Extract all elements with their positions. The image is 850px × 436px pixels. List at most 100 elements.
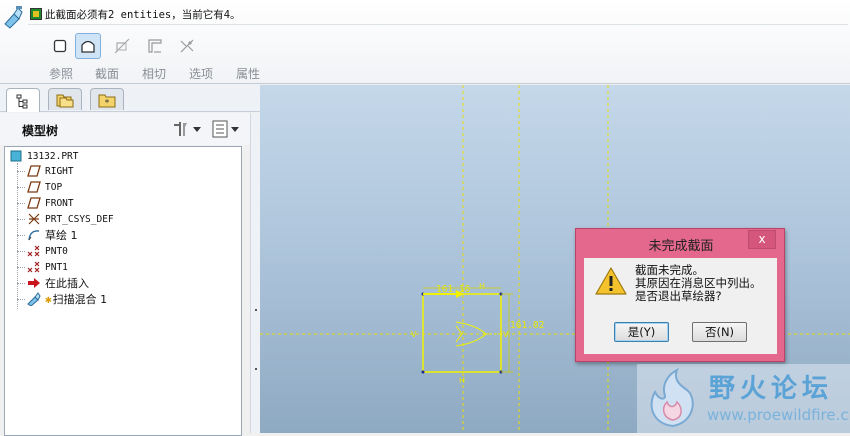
csys-icon <box>27 212 41 226</box>
tab-options[interactable]: 选项 <box>189 65 213 82</box>
tree-connector <box>17 235 25 236</box>
datum-point-icon <box>27 260 41 274</box>
properties-button[interactable] <box>174 33 200 59</box>
section-icon <box>53 39 67 53</box>
tangent-icon <box>114 38 130 54</box>
tree-show-button[interactable] <box>212 120 239 138</box>
dialog-message-line: 是否退出草绘器? <box>635 289 722 303</box>
tab-references[interactable]: 参照 <box>49 65 73 82</box>
tab-favorites[interactable]: * <box>90 88 124 110</box>
tree-item-insert-here[interactable]: 在此插入 <box>27 275 89 291</box>
message-text: 此截面必须有2 entities，当前它有4。 <box>45 8 241 21</box>
section-active-icon <box>81 40 95 53</box>
dialog-body: 截面未完成。 其原因在消息区中列出。 是否退出草绘器? 是(Y) 否(N) <box>584 258 777 354</box>
svg-text:*: * <box>105 98 110 108</box>
no-button[interactable]: 否(N) <box>692 322 747 342</box>
datum-point-icon <box>27 244 41 258</box>
message-row: 此截面必须有2 entities，当前它有4。 <box>30 7 241 21</box>
tree-item-label: FRONT <box>45 197 74 209</box>
favorites-icon: * <box>98 94 116 108</box>
tools-icon <box>174 122 187 136</box>
watermark-url: www.proewildfire.cn <box>707 406 850 424</box>
tree-connector <box>17 219 25 220</box>
constraint-vertical-right: V <box>503 330 509 339</box>
tab-sections[interactable]: 截面 <box>95 65 119 82</box>
constraint-vertical-left: V <box>411 330 417 339</box>
part-icon <box>9 149 23 163</box>
navigator-splitter[interactable] <box>250 113 260 433</box>
tree-item-right[interactable]: RIGHT <box>27 163 74 179</box>
section-type-button[interactable] <box>47 33 73 59</box>
close-button[interactable]: x <box>748 230 776 249</box>
tree-item-top[interactable]: TOP <box>27 179 62 195</box>
warning-icon <box>595 267 627 295</box>
tab-tangency[interactable]: 相切 <box>142 65 166 82</box>
swept-blend-feature-icon <box>2 4 24 30</box>
model-tree: 13132.PRT RIGHT TOP FRONT PRT_CSYS_DEF 草… <box>4 146 242 436</box>
tree-item-label: PNT0 <box>45 245 68 257</box>
vertex-point <box>421 370 425 374</box>
tree-item-label: 草绘 1 <box>45 229 78 242</box>
datum-plane-icon <box>27 196 41 210</box>
tree-connector <box>17 163 18 309</box>
tree-item-pnt0[interactable]: PNT0 <box>27 243 68 259</box>
tree-connector <box>17 299 25 300</box>
splitter-grip <box>255 309 257 311</box>
folder-browser-icon <box>56 94 74 107</box>
yes-button[interactable]: 是(Y) <box>614 322 669 342</box>
tree-item-pnt1[interactable]: PNT1 <box>27 259 68 275</box>
tree-item-label: 13132.PRT <box>27 150 79 162</box>
tangent-button[interactable] <box>109 33 135 59</box>
tree-item-csys[interactable]: PRT_CSYS_DEF <box>27 211 114 227</box>
tree-item-label: TOP <box>45 181 63 193</box>
options-icon <box>148 39 162 53</box>
model-tree-title: 模型树 <box>22 124 59 138</box>
tree-item-label: PNT1 <box>45 261 68 273</box>
tree-connector <box>17 171 25 172</box>
tree-item-label: 扫描混合 1 <box>52 293 108 306</box>
sketch-icon <box>27 228 41 242</box>
tab-properties[interactable]: 属性 <box>236 65 260 82</box>
feature-dashboard: 此截面必须有2 entities，当前它有4。 参照 截面 相切 选项 属性 <box>0 0 850 84</box>
tree-connector <box>17 187 25 188</box>
tab-folder-browser[interactable] <box>48 88 82 110</box>
splitter-grip <box>255 368 257 370</box>
constraint-horizontal-top: H <box>479 282 485 291</box>
dialog-message: 截面未完成。 其原因在消息区中列出。 是否退出草绘器? <box>635 264 762 303</box>
tab-model-tree[interactable] <box>6 88 40 112</box>
dimension-right[interactable]: 161.02 <box>510 320 544 331</box>
tree-item-part[interactable]: 13132.PRT <box>9 148 78 164</box>
datum-plane-icon <box>27 164 41 178</box>
section-rectangle[interactable] <box>422 293 502 373</box>
incomplete-section-dialog: 未完成截面 x 截面未完成。 其原因在消息区中列出。 是否退出草绘器? 是(Y)… <box>575 228 785 362</box>
tree-item-label: PRT_CSYS_DEF <box>45 213 114 225</box>
list-icon <box>212 120 228 138</box>
dimension-top[interactable]: 161.16 <box>436 284 471 295</box>
tree-settings-button[interactable] <box>172 120 201 138</box>
swept-blend-icon <box>27 292 41 306</box>
watermark-title: 野火论坛 <box>709 374 834 404</box>
chevron-down-icon <box>193 126 201 132</box>
tree-connector <box>17 283 25 284</box>
tree-item-swept-blend[interactable]: ✱ 扫描混合 1 <box>27 291 107 307</box>
tree-connector <box>17 203 25 204</box>
options-button[interactable] <box>142 33 168 59</box>
tree-item-label: 在此插入 <box>45 277 89 290</box>
datum-plane-icon <box>27 180 41 194</box>
forum-watermark: 野火论坛 www.proewildfire.cn <box>637 364 850 433</box>
model-tree-header: 模型树 <box>0 113 250 145</box>
insert-here-arrow-icon <box>27 276 41 290</box>
flame-logo-icon <box>650 367 694 428</box>
model-tree-icon <box>16 94 28 108</box>
tree-item-front[interactable]: FRONT <box>27 195 74 211</box>
warning-flag-icon <box>30 8 42 20</box>
dashboard-divider <box>28 24 848 25</box>
tree-connector <box>17 251 25 252</box>
properties-icon <box>180 39 194 53</box>
navigator-tabs: * <box>0 84 260 112</box>
tree-item-label: RIGHT <box>45 165 74 177</box>
in-progress-icon: ✱ <box>45 292 52 306</box>
tree-item-sketch[interactable]: 草绘 1 <box>27 227 78 243</box>
section-button[interactable] <box>75 33 101 59</box>
chevron-down-icon <box>231 126 239 132</box>
